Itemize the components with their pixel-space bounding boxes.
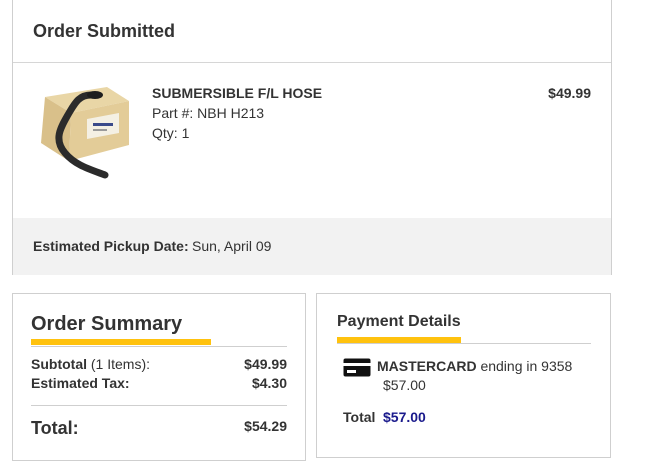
hose-box-image[interactable] — [35, 83, 133, 179]
pickup-label: Estimated Pickup Date: — [33, 238, 189, 254]
payment-title: Payment Details — [337, 313, 461, 330]
summary-divider-bottom — [31, 405, 287, 406]
payment-total-label: Total — [343, 409, 376, 425]
summary-divider-top — [31, 346, 287, 347]
card-description: MASTERCARD ending in 9358 — [377, 358, 572, 374]
qty-label: Qty: — [152, 125, 178, 141]
summary-title: Order Summary — [31, 313, 183, 335]
credit-card-icon — [343, 358, 371, 377]
total-value: $54.29 — [244, 418, 287, 434]
subtotal-label: Subtotal (1 Items): — [31, 356, 151, 372]
order-item: SUBMERSIBLE F/L HOSE Part #: NBH H213 Qt… — [13, 63, 611, 217]
tax-label: Estimated Tax: — [31, 375, 130, 391]
subtotal-value: $49.99 — [244, 356, 287, 372]
part-label: Part #: — [152, 105, 194, 121]
item-part-number: Part #: NBH H213 — [152, 105, 264, 121]
item-quantity: Qty: 1 — [152, 125, 189, 141]
qty-value: 1 — [181, 125, 190, 141]
item-name[interactable]: SUBMERSIBLE F/L HOSE — [152, 85, 322, 101]
total-label: Total: — [31, 418, 79, 438]
payment-total-value: $57.00 — [383, 409, 426, 425]
pickup-date: Sun, April 09 — [192, 238, 272, 254]
order-title: Order Submitted — [33, 21, 176, 41]
item-price: $49.99 — [548, 85, 591, 101]
card-amount: $57.00 — [383, 377, 426, 393]
order-submitted-card: Order Submitted SUBMERSIBLE F/L HOSE Par… — [12, 0, 612, 275]
payment-divider — [337, 343, 591, 344]
summary-accent-bar — [31, 339, 211, 345]
order-summary-card: Order Summary Subtotal (1 Items): $49.99… — [12, 293, 306, 461]
tax-value: $4.30 — [251, 375, 287, 391]
part-number: NBH H213 — [197, 105, 265, 121]
card-ending: ending in 9358 — [480, 358, 573, 374]
card-brand: MASTERCARD — [377, 358, 477, 374]
pickup-date-bar: Estimated Pickup Date: Sun, April 09 — [13, 218, 611, 275]
order-header: Order Submitted — [13, 0, 611, 63]
payment-details-card: Payment Details MASTERCARD ending in 935… — [316, 293, 611, 458]
